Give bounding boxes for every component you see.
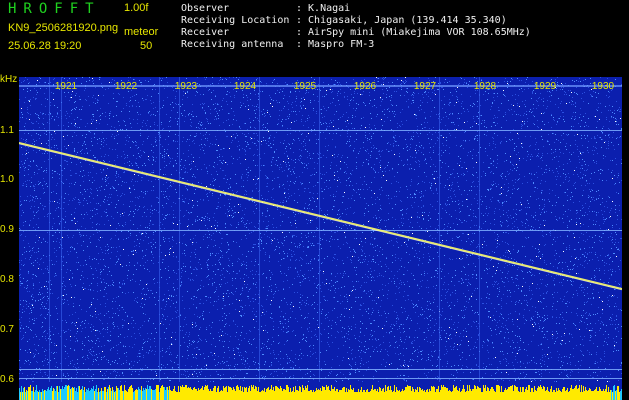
app-title: HROFFT: [8, 1, 101, 17]
baseline-energy: [19, 385, 622, 400]
x-tick-label: 1923: [174, 81, 198, 92]
y-axis-unit-label: kHz: [0, 74, 18, 85]
meteor-label: meteor: [124, 26, 159, 38]
x-tick-label: 1929: [533, 81, 557, 92]
x-tick-label: 1927: [413, 81, 437, 92]
x-tick-label: 1925: [293, 81, 317, 92]
noise-layer: [19, 77, 622, 382]
info-value-location: : Chigasaki, Japan (139.414 35.340): [296, 15, 507, 26]
noise-column: [479, 77, 480, 382]
x-tick-label: 1928: [473, 81, 497, 92]
reference-line: [19, 369, 622, 370]
info-label-observer: Observer: [181, 3, 230, 14]
info-label-receiver: Receiver: [181, 27, 230, 38]
x-tick-label: 1926: [353, 81, 377, 92]
x-tick-label: 1922: [114, 81, 138, 92]
y-tick-label: 0.7: [0, 324, 14, 335]
noise-column: [159, 77, 160, 382]
info-value-receiver: : AirSpy mini (Miakejima VOR 108.65MHz): [296, 27, 531, 38]
y-tick-label: 0.8: [0, 274, 14, 285]
info-label-antenna: Receiving antenna: [181, 39, 284, 50]
y-tick-label: 0.6: [0, 374, 14, 385]
x-tick-label: 1921: [54, 81, 78, 92]
y-tick-label: 0.9: [0, 224, 14, 235]
spectrogram-plot: [19, 77, 622, 400]
noise-column: [259, 77, 260, 382]
datetime-label: 25.06.28 19:20: [8, 40, 82, 52]
filename-label: KN9_2506281920.png: [8, 22, 119, 34]
info-value-antenna: : Maspro FM-3: [296, 39, 375, 50]
spectrogram-canvas: [19, 77, 622, 400]
info-label-location: Receiving Location: [181, 15, 290, 26]
noise-column: [439, 77, 440, 382]
noise-column: [61, 77, 62, 382]
y-tick-label: 1.0: [0, 174, 14, 185]
noise-column: [49, 77, 50, 382]
reference-line: [19, 130, 622, 131]
header: HROFFT 1.00f KN9_2506281920.png meteor 2…: [0, 0, 629, 72]
info-value-observer: : K.Nagai: [296, 3, 351, 14]
reference-line: [19, 230, 622, 231]
x-tick-label: 1930: [591, 81, 615, 92]
version-label: 1.00f: [124, 2, 149, 14]
noise-column: [319, 77, 320, 382]
x-tick-label: 1924: [233, 81, 257, 92]
signal-trace-core: [19, 143, 622, 291]
meteor-count: 50: [140, 40, 153, 52]
time-axis-band: [19, 85, 622, 87]
noise-column: [179, 77, 180, 382]
y-tick-label: 1.1: [0, 125, 14, 136]
reference-line: [19, 378, 622, 379]
